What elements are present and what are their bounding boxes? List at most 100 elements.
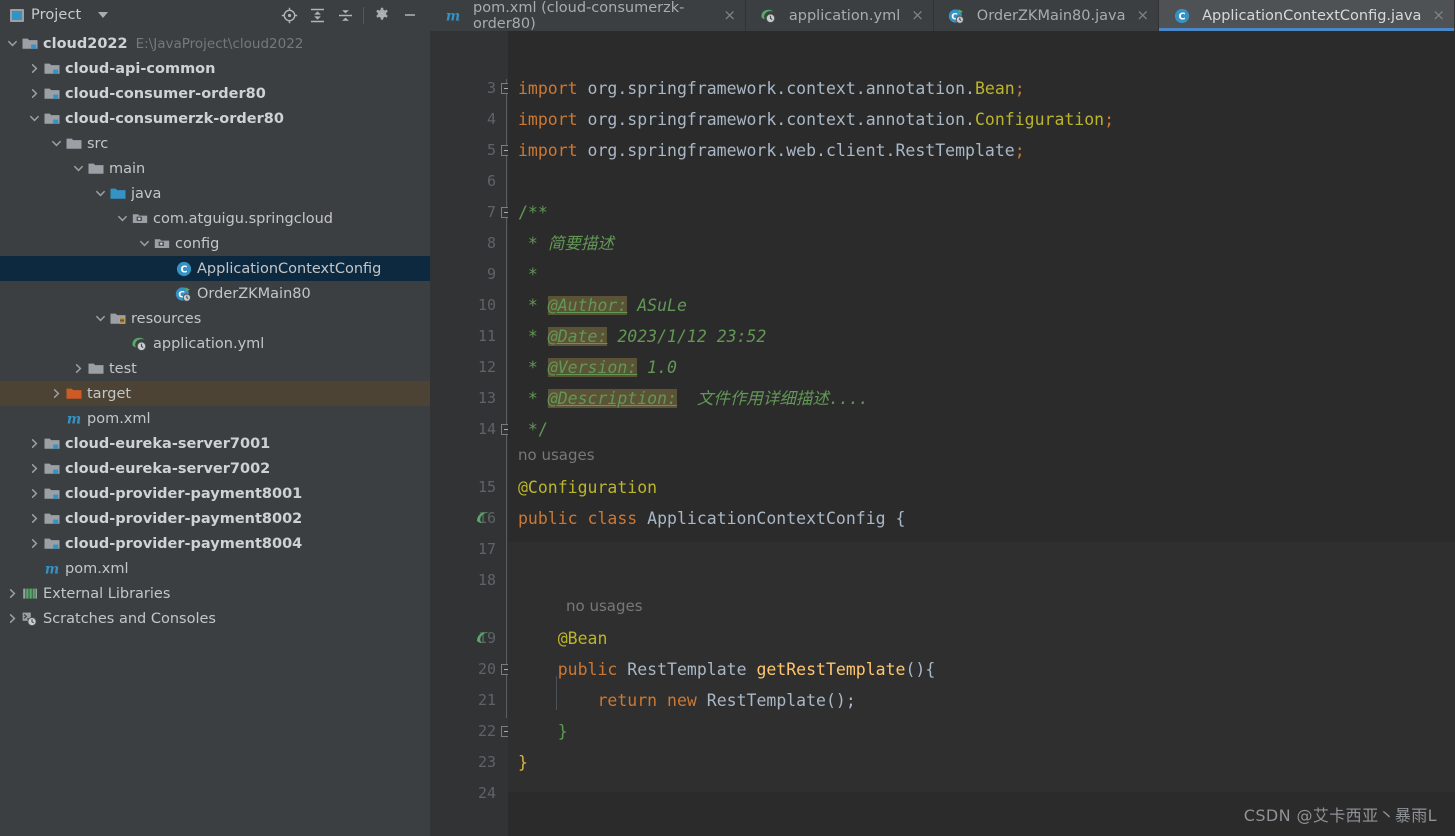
chevron-right-icon[interactable] [26,463,42,474]
code-token: RestTemplate [895,141,1015,160]
chevron-down-icon[interactable] [114,213,130,224]
chevron-down-icon[interactable] [92,188,108,199]
minimize-icon[interactable] [396,1,424,29]
code-line[interactable]: public class ApplicationContextConfig { [518,503,905,534]
code-line[interactable]: return new RestTemplate(); [518,685,855,716]
project-tree[interactable]: cloud2022 E:\JavaProject\cloud2022 cloud-a… [0,30,430,836]
chevron-right-icon[interactable] [26,438,42,449]
chevron-down-icon[interactable] [98,12,109,18]
line-number: 11 [477,327,496,345]
code-line[interactable]: * [518,259,538,290]
code-line[interactable]: } [518,747,528,778]
editor-tab-applicationcontextconfig-java[interactable]: C ApplicationContextConfig.java × [1159,0,1455,31]
tree-row-cloud2022[interactable]: cloud2022 E:\JavaProject\cloud2022 [0,31,430,56]
line-number: 9 [486,265,496,283]
code-line[interactable]: import org.springframework.context.annot… [518,73,1025,104]
tree-row-resources[interactable]: resources [0,306,430,331]
chevron-right-icon[interactable] [48,388,64,399]
code-line[interactable]: /** [518,197,548,228]
chevron-down-icon[interactable] [136,238,152,249]
project-panel-title-group[interactable]: Project [10,7,109,23]
tree-row-scratches-and-consoles[interactable]: Scratches and Consoles [0,606,430,631]
locate-in-tree-icon[interactable] [275,1,303,29]
code-line[interactable]: */ [518,414,548,445]
code-token: (){ [905,660,936,679]
chevron-right-icon[interactable] [26,513,42,524]
code-token: } [557,722,568,741]
inlay-hint-no-usages[interactable]: no usages [566,594,643,618]
tree-row-label: pom.xml [87,410,151,427]
code-line[interactable]: * @Date: 2023/1/12 23:52 [518,321,766,352]
tree-row-java[interactable]: java [0,181,430,206]
chevron-down-icon[interactable] [26,113,42,124]
tree-row-com-atguigu-springcloud[interactable]: com.atguigu.springcloud [0,206,430,231]
code-line[interactable]: } [518,716,568,747]
editor-tab-pom-xml-cloud-consumerzk-order80-[interactable]: m pom.xml (cloud-consumerzk-order80) × [430,0,746,32]
folder-icon [86,161,105,177]
inlay-hint-no-usages[interactable]: no usages [518,443,595,467]
tree-row-cloud-api-common[interactable]: cloud-api-common [0,56,430,81]
chevron-right-icon[interactable] [4,613,20,624]
spring-bean-gutter-icon[interactable] [474,508,494,528]
tree-row-cloud-consumerzk-order80[interactable]: cloud-consumerzk-order80 [0,106,430,131]
collapse-all-icon[interactable] [331,1,359,29]
editor-tab-orderzkmain80-java[interactable]: C OrderZKMain80.java × [933,0,1160,31]
close-icon[interactable]: × [911,8,924,23]
chevron-right-icon[interactable] [26,88,42,99]
tree-row-target[interactable]: target [0,381,430,406]
tree-row-cloud-provider-payment8001[interactable]: cloud-provider-payment8001 [0,481,430,506]
chevron-right-icon[interactable] [26,488,42,499]
spring-bean-navigate-gutter-icon[interactable] [474,628,494,648]
code-token: @Bean [518,629,608,648]
tree-row-label: cloud-eureka-server7002 [65,460,271,477]
code-line[interactable]: @Bean [518,623,608,654]
chevron-right-icon[interactable] [4,588,20,599]
code-line[interactable]: * @Author: ASuLe [518,290,687,321]
chevron-down-icon[interactable] [4,38,20,49]
tree-row-applicationcontextconfig[interactable]: C ApplicationContextConfig [0,256,430,281]
chevron-down-icon[interactable] [92,313,108,324]
tree-row-cloud-eureka-server7001[interactable]: cloud-eureka-server7001 [0,431,430,456]
tree-row-external-libraries[interactable]: External Libraries [0,581,430,606]
tree-row-cloud-consumer-order80[interactable]: cloud-consumer-order80 [0,81,430,106]
code-token: ApplicationContextConfig [647,509,896,528]
tree-row-main[interactable]: main [0,156,430,181]
tree-row-test[interactable]: test [0,356,430,381]
code-token: ; [1104,110,1115,129]
chevron-down-icon[interactable] [48,138,64,149]
editor-tab-application-yml[interactable]: application.yml × [745,0,934,31]
tree-row-orderzkmain80[interactable]: C OrderZKMain80 [0,281,430,306]
code-line[interactable]: public RestTemplate getRestTemplate(){ [518,654,936,685]
editor-tab-bar[interactable]: m pom.xml (cloud-consumerzk-order80) × appl… [430,0,1455,32]
code-line[interactable]: * 简要描述 [518,228,614,259]
code-line[interactable]: import org.springframework.web.client.Re… [518,135,1025,166]
close-icon[interactable]: × [1137,8,1150,23]
chevron-right-icon[interactable] [26,63,42,74]
chevron-down-icon[interactable] [70,163,86,174]
gear-icon[interactable] [368,1,396,29]
code-token: * [518,296,548,315]
code-line[interactable]: @Configuration [518,472,657,503]
code-token: 简要描述 [547,234,614,253]
tree-row-pom-xml[interactable]: m pom.xml [0,406,430,431]
editor-tab-label: application.yml [788,7,901,24]
tree-row-application-yml[interactable]: application.yml [0,331,430,356]
tree-row-config[interactable]: config [0,231,430,256]
line-number: 7 [486,203,496,221]
code-editor[interactable]: 3 4 5 6 7 8 9 10 11 12 13 14 15 16 17 18 19 20 21 22 23 24 im… [430,31,1455,836]
close-icon[interactable]: × [1432,8,1445,23]
code-line[interactable]: * @Version: 1.0 [518,352,677,383]
tree-row-src[interactable]: src [0,131,430,156]
tree-row-cloud-provider-payment8002[interactable]: cloud-provider-payment8002 [0,506,430,531]
tree-row-pom-xml[interactable]: m pom.xml [0,556,430,581]
editor-code-surface[interactable]: import org.springframework.context.annot… [508,31,1455,836]
chevron-right-icon[interactable] [70,363,86,374]
code-line[interactable]: * @Description: 文件作用详细描述.... [518,383,869,414]
expand-all-icon[interactable] [303,1,331,29]
code-line[interactable]: import org.springframework.context.annot… [518,104,1114,135]
editor-gutter[interactable]: 3 4 5 6 7 8 9 10 11 12 13 14 15 16 17 18 19 20 21 22 23 24 [430,31,512,836]
chevron-right-icon[interactable] [26,538,42,549]
close-icon[interactable]: × [723,8,736,23]
tree-row-cloud-eureka-server7002[interactable]: cloud-eureka-server7002 [0,456,430,481]
tree-row-cloud-provider-payment8004[interactable]: cloud-provider-payment8004 [0,531,430,556]
